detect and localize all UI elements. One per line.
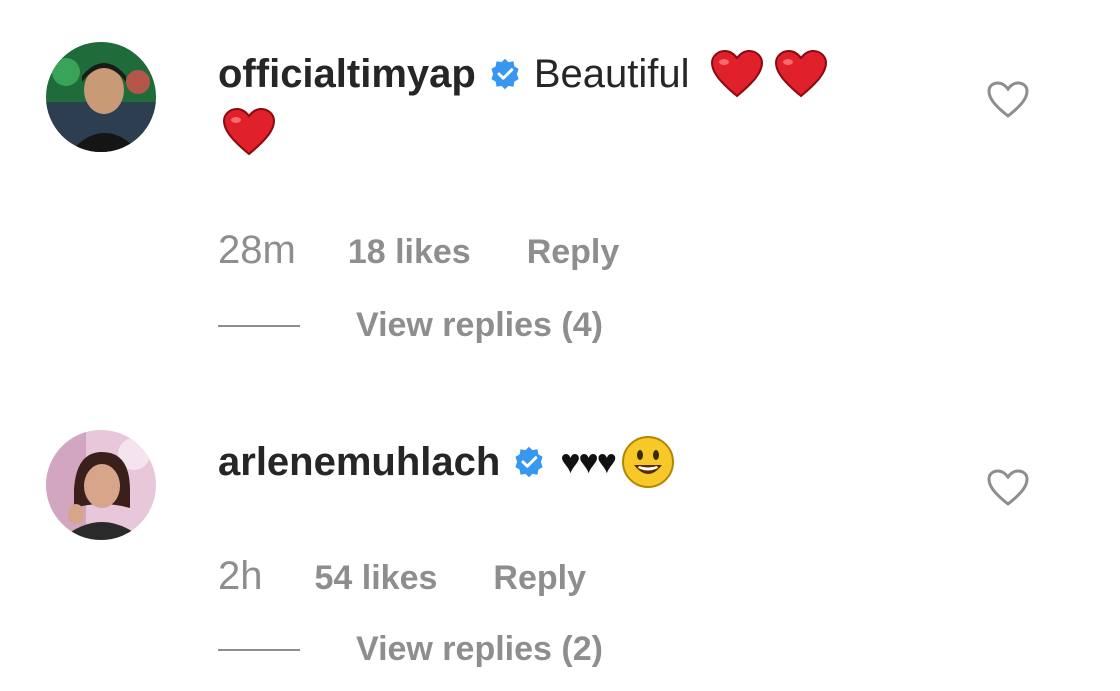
red-heart-emoji-icon bbox=[222, 108, 276, 156]
view-replies-button[interactable]: View replies (4) bbox=[356, 306, 603, 345]
username[interactable]: arlenemuhlach bbox=[218, 432, 500, 492]
verified-badge-icon bbox=[488, 57, 522, 91]
comment-meta: 2h 54 likes Reply bbox=[218, 554, 586, 599]
avatar[interactable] bbox=[46, 42, 156, 152]
smiley-face-emoji-icon bbox=[621, 435, 675, 489]
comment-meta: 28m 18 likes Reply bbox=[218, 228, 619, 273]
view-replies-button[interactable]: View replies (2) bbox=[356, 630, 603, 669]
likes-count[interactable]: 54 likes bbox=[315, 559, 438, 598]
reply-button[interactable]: Reply bbox=[493, 559, 586, 598]
like-heart-icon[interactable] bbox=[986, 80, 1030, 120]
reply-button[interactable]: Reply bbox=[527, 233, 620, 272]
divider bbox=[218, 648, 300, 651]
like-heart-icon[interactable] bbox=[986, 468, 1030, 508]
username[interactable]: officialtimyap bbox=[218, 44, 476, 104]
comment-body: officialtimyap Beautiful bbox=[218, 44, 938, 168]
red-heart-emoji-icon bbox=[710, 50, 764, 98]
comment-text: Beautiful bbox=[533, 52, 690, 96]
timestamp: 28m bbox=[218, 228, 296, 272]
timestamp: 2h bbox=[218, 554, 263, 598]
red-heart-emoji-icon bbox=[774, 50, 828, 98]
comment-body: arlenemuhlach ♥♥♥ bbox=[218, 432, 938, 492]
view-replies-row[interactable]: View replies (2) bbox=[218, 630, 603, 669]
avatar[interactable] bbox=[46, 430, 156, 540]
view-replies-row[interactable]: View replies (4) bbox=[218, 306, 603, 345]
verified-badge-icon bbox=[512, 445, 546, 479]
comment-text: ♥♥♥ bbox=[560, 443, 617, 481]
divider bbox=[218, 324, 300, 327]
likes-count[interactable]: 18 likes bbox=[348, 233, 471, 272]
